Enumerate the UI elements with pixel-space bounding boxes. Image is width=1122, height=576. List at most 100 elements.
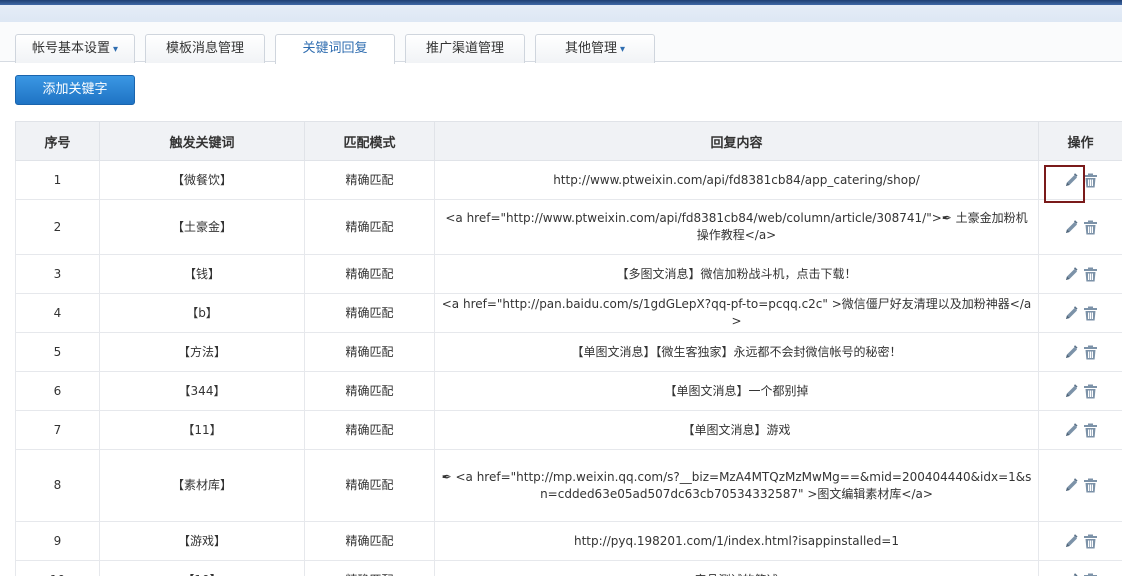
cell-match-mode: 精确匹配 [304,449,435,522]
pencil-icon[interactable] [1063,344,1080,361]
trash-icon[interactable] [1082,477,1099,494]
cell-keyword: 【11】 [99,410,305,450]
cell-keyword: 【344】 [99,371,305,411]
cell-match-mode: 精确匹配 [304,293,435,333]
cell-number: 2 [15,199,100,255]
table-row: 8 【素材库】 精确匹配 ✒ <a href="http://mp.weixin.qq… [15,449,1122,522]
cell-actions [1038,521,1122,561]
table-header-row: 序号 触发关键词 匹配模式 回复内容 操作 [15,121,1122,161]
trash-icon[interactable] [1082,305,1099,322]
cell-reply-content: 【单图文消息】【微生客独家】永远都不会封微信帐号的秘密！ [434,332,1039,372]
tab-label: 模板消息管理 [165,41,244,56]
cell-reply-content: 【单图文消息】一个都别掉 [434,371,1039,411]
cell-number: 4 [15,293,100,333]
cell-match-mode: 精确匹配 [304,199,435,255]
trash-icon[interactable] [1082,266,1099,283]
tab-other-management[interactable]: 其他管理 ▾ [535,34,655,63]
window-top-bar [0,0,1122,22]
pencil-icon[interactable] [1063,305,1080,322]
cell-number: 1 [15,160,100,200]
header-keyword: 触发关键词 [99,121,305,161]
trash-icon[interactable] [1082,219,1099,236]
pencil-icon[interactable] [1063,572,1080,576]
tab-label: 关键词回复 [302,41,368,56]
cell-reply-content: 【多图文消息】微信加粉战斗机，点击下载！ [434,254,1039,294]
cell-keyword: 【钱】 [99,254,305,294]
cell-number: 6 [15,371,100,411]
table-row: 9 【游戏】 精确匹配 http://pyq.198201.com/1/index.h… [15,521,1122,561]
cell-number: 8 [15,449,100,522]
pencil-icon[interactable] [1063,266,1080,283]
cell-match-mode: 精确匹配 [304,332,435,372]
tab-account-settings[interactable]: 帐号基本设置 ▾ [15,34,135,63]
cell-reply-content: <a href="http://pan.baidu.com/s/1gdGLepX… [434,293,1039,333]
tab-promotion-channels[interactable]: 推广渠道管理 [405,34,525,63]
cell-match-mode: 精确匹配 [304,410,435,450]
cell-actions [1038,254,1122,294]
table-row: 5 【方法】 精确匹配 【单图文消息】【微生客独家】永远都不会封微信帐号的秘密！ [15,332,1122,372]
pencil-icon[interactable] [1063,533,1080,550]
tab-label: 帐号基本设置 [31,41,110,56]
cell-number: 5 [15,332,100,372]
tab-label: 其他管理 [564,41,617,56]
header-reply-content: 回复内容 [434,121,1039,161]
cell-actions [1038,449,1122,522]
cell-reply-content: 产品测试的简述 [434,560,1039,576]
keyword-table: 序号 触发关键词 匹配模式 回复内容 操作 1 【微餐饮】 精确匹配 http://w… [15,121,1122,576]
cell-keyword: 【微餐饮】 [99,160,305,200]
pencil-icon[interactable] [1063,422,1080,439]
cell-keyword: 【方法】 [99,332,305,372]
trash-icon[interactable] [1082,172,1099,189]
pencil-icon[interactable] [1063,383,1080,400]
header-match-mode: 匹配模式 [304,121,435,161]
cell-actions [1038,371,1122,411]
cell-reply-content: 【单图文消息】游戏 [434,410,1039,450]
table-row: 7 【11】 精确匹配 【单图文消息】游戏 [15,410,1122,450]
table-row: 4 【b】 精确匹配 <a href="http://pan.baidu.com/s/… [15,293,1122,333]
cell-reply-content: http://www.ptweixin.com/api/fd8381cb84/a… [434,160,1039,200]
tab-template-messages[interactable]: 模板消息管理 [145,34,265,63]
table-row: 3 【钱】 精确匹配 【多图文消息】微信加粉战斗机，点击下载！ [15,254,1122,294]
pencil-icon[interactable] [1063,477,1080,494]
header-number: 序号 [15,121,100,161]
cell-reply-content: <a href="http://www.ptweixin.com/api/fd8… [434,199,1039,255]
cell-match-mode: 精确匹配 [304,254,435,294]
trash-icon[interactable] [1082,422,1099,439]
cell-keyword: 【10】 [99,560,305,576]
trash-icon[interactable] [1082,383,1099,400]
table-row: 2 【土豪金】 精确匹配 <a href="http://www.ptweixin.c… [15,199,1122,255]
tab-label: 推广渠道管理 [425,41,504,56]
pencil-icon[interactable] [1063,219,1080,236]
trash-icon[interactable] [1082,533,1099,550]
cell-actions [1038,293,1122,333]
cell-number: 7 [15,410,100,450]
cell-number: 3 [15,254,100,294]
cell-reply-content: http://pyq.198201.com/1/index.html?isapp… [434,521,1039,561]
chevron-down-icon: ▾ [112,44,119,55]
cell-actions [1038,160,1122,203]
cell-actions [1038,199,1122,255]
chevron-down-icon: ▾ [619,44,626,55]
cell-keyword: 【b】 [99,293,305,333]
cell-match-mode: 精确匹配 [304,560,435,576]
cell-match-mode: 精确匹配 [304,521,435,561]
trash-icon[interactable] [1082,572,1099,576]
cell-number: 9 [15,521,100,561]
tab-bar: 帐号基本设置 ▾ 模板消息管理 关键词回复 推广渠道管理 其他管理 ▾ [0,22,1122,64]
table-row: 10【10】精确匹配产品测试的简述 [15,560,1122,576]
table-row: 6 【344】 精确匹配 【单图文消息】一个都别掉 [15,371,1122,411]
cell-match-mode: 精确匹配 [304,160,435,200]
pencil-icon[interactable] [1063,172,1080,189]
cell-actions [1038,332,1122,372]
cell-number: 10 [15,560,100,576]
cell-keyword: 【游戏】 [99,521,305,561]
tab-keyword-reply[interactable]: 关键词回复 [275,34,395,64]
table-row: 1 【微餐饮】 精确匹配 http://www.ptweixin.com/api/fd… [15,160,1122,203]
header-actions: 操作 [1038,121,1122,161]
add-keyword-button[interactable]: 添加关键字 [15,75,135,105]
trash-icon[interactable] [1082,344,1099,361]
cell-keyword: 【土豪金】 [99,199,305,255]
cell-keyword: 【素材库】 [99,449,305,522]
cell-reply-content: ✒ <a href="http://mp.weixin.qq.com/s?__b… [434,449,1039,522]
cell-actions [1038,560,1122,576]
